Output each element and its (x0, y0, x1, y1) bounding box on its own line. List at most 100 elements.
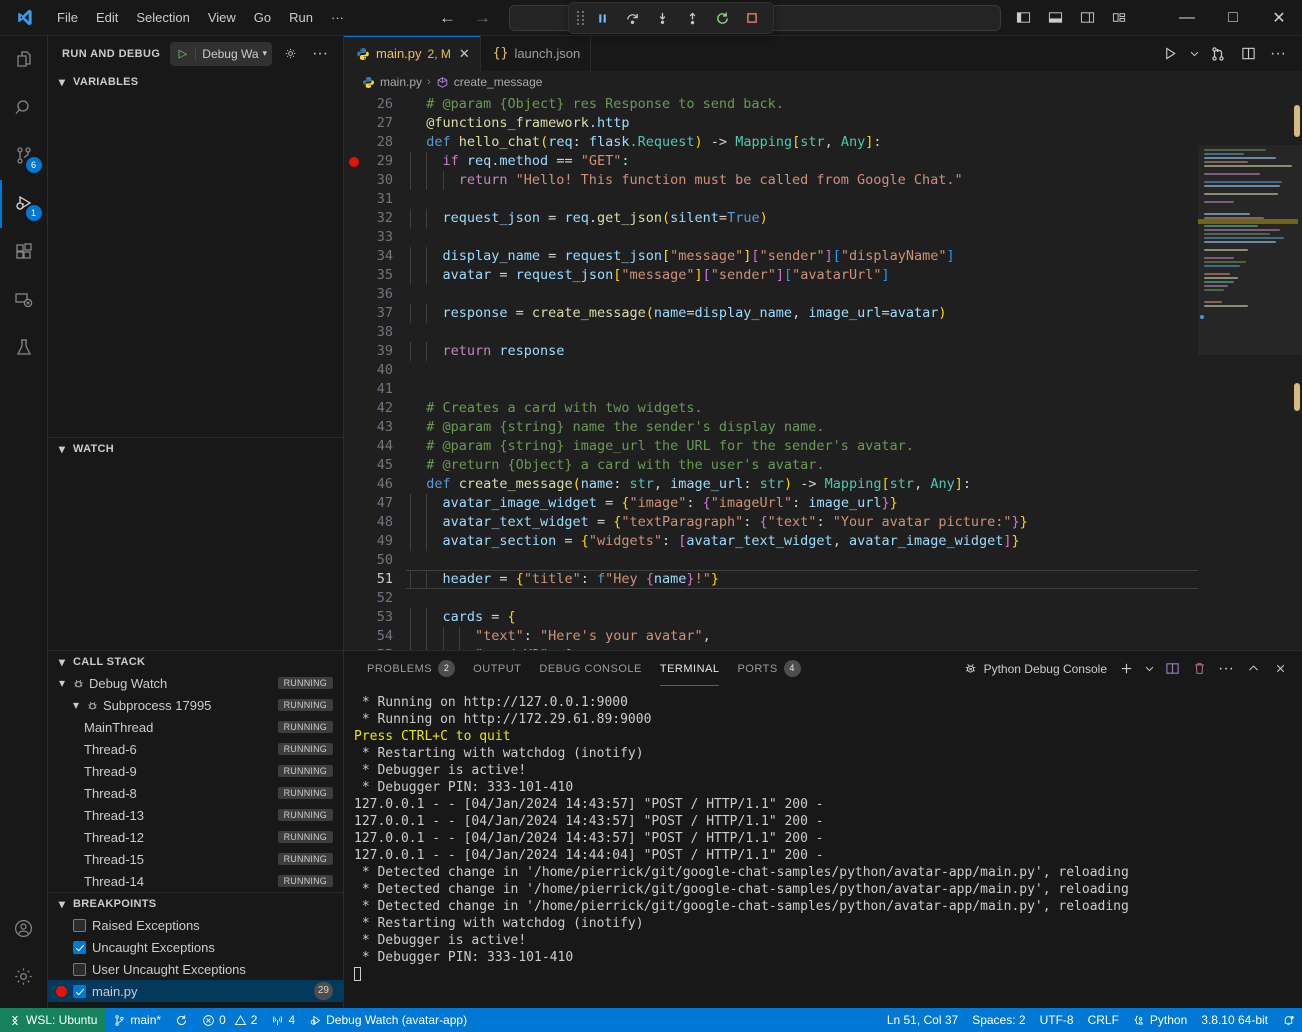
status-problems[interactable]: 0 2 (195, 1008, 264, 1032)
code-line[interactable] (406, 551, 1198, 570)
code-line[interactable]: "text": "Here's your avatar", (406, 627, 1198, 646)
status-editor-eol[interactable]: CRLF (1081, 1008, 1126, 1032)
maximize-button[interactable]: □ (1210, 0, 1256, 36)
code-line[interactable]: def create_message(name: str, image_url:… (406, 475, 1198, 494)
code-line[interactable] (406, 380, 1198, 399)
activitybar-item-source-control[interactable]: 6 (0, 132, 48, 180)
activitybar-item-extensions[interactable] (0, 228, 48, 276)
code-line[interactable]: header = {"title": f"Hey {name}!"} (406, 570, 1198, 589)
status-python-interpreter[interactable]: 3.8.10 64-bit (1194, 1008, 1275, 1032)
line-number[interactable]: 51 (344, 570, 406, 589)
panel-tab-terminal[interactable]: TERMINAL (651, 651, 729, 686)
callstack-row[interactable]: Thread-13RUNNING (48, 804, 343, 826)
status-ports-forwarded[interactable]: 4 (264, 1008, 302, 1032)
close-icon[interactable]: ✕ (457, 46, 470, 62)
minimap[interactable] (1198, 93, 1302, 650)
status-notifications[interactable] (1275, 1008, 1302, 1032)
chevron-down-icon[interactable]: ▾ (56, 75, 68, 89)
watch-header[interactable]: ▾ WATCH (48, 437, 343, 459)
drag-handle-icon[interactable] (577, 11, 585, 25)
back-arrow-icon[interactable]: ← (439, 9, 456, 26)
kill-terminal-button[interactable] (1187, 657, 1211, 681)
code-line[interactable]: # @return {Object} a card with the user'… (406, 456, 1198, 475)
code-line[interactable] (406, 228, 1198, 247)
callstack-row[interactable]: ▾Debug WatchRUNNING (48, 672, 343, 694)
line-number[interactable]: 32 (344, 209, 406, 228)
line-number[interactable]: 45 (344, 456, 406, 475)
code-line[interactable]: avatar_image_widget = {"image": {"imageU… (406, 494, 1198, 513)
activitybar-item-manage[interactable] (0, 952, 48, 1000)
breakpoint-checkbox[interactable] (73, 941, 86, 954)
activitybar-item-accounts[interactable] (0, 904, 48, 952)
activitybar-item-testing[interactable] (0, 324, 48, 372)
minimap-slider[interactable] (1198, 145, 1302, 355)
line-number[interactable]: 33 (344, 228, 406, 247)
line-number[interactable]: 55 (344, 646, 406, 650)
step-over-button[interactable] (619, 6, 645, 30)
activitybar-item-run-and-debug[interactable]: 1 (0, 180, 48, 228)
menu-go[interactable]: Go (245, 6, 280, 29)
layout-panel-icon[interactable] (1040, 4, 1070, 32)
code-line[interactable]: # Creates a card with two widgets. (406, 399, 1198, 418)
callstack-row[interactable]: Thread-12RUNNING (48, 826, 343, 848)
breakpoint-checkbox[interactable] (73, 963, 86, 976)
line-number[interactable]: 43 (344, 418, 406, 437)
line-number[interactable]: 48 (344, 513, 406, 532)
line-number[interactable]: 46 (344, 475, 406, 494)
code-line[interactable]: avatar_section = {"widgets": [avatar_tex… (406, 532, 1198, 551)
code-content[interactable]: # @param {Object} res Response to send b… (406, 93, 1198, 650)
callstack-row[interactable]: Thread-9RUNNING (48, 760, 343, 782)
callstack-row[interactable]: MainThreadRUNNING (48, 716, 343, 738)
code-line[interactable]: @functions_framework.http (406, 114, 1198, 133)
breakpoint-checkbox[interactable] (73, 919, 86, 932)
layout-sidebar-left-icon[interactable] (1008, 4, 1038, 32)
line-number-gutter[interactable]: 2627282930313233343536373839404142434445… (344, 93, 406, 650)
status-editor-position[interactable]: Ln 51, Col 37 (880, 1008, 965, 1032)
menu-run[interactable]: Run (280, 6, 322, 29)
source-control-compare-button[interactable] (1204, 40, 1232, 68)
split-terminal-button[interactable] (1160, 657, 1184, 681)
breakpoint-dot-icon[interactable] (349, 157, 359, 167)
terminal-output[interactable]: * Running on http://127.0.0.1:9000 * Run… (344, 686, 1302, 1008)
menu-more[interactable]: ··· (322, 6, 353, 29)
panel-tab-ports[interactable]: PORTS 4 (728, 651, 809, 686)
chevron-down-icon[interactable]: ▾ (261, 48, 273, 59)
menu-selection[interactable]: Selection (127, 6, 198, 29)
open-launch-json-button[interactable] (278, 42, 302, 66)
line-number[interactable]: 26 (344, 95, 406, 114)
line-number[interactable]: 50 (344, 551, 406, 570)
stop-button[interactable] (739, 6, 765, 30)
tab-main-py[interactable]: main.py 2, M ✕ (344, 36, 481, 71)
activitybar-item-explorer[interactable] (0, 36, 48, 84)
menu-view[interactable]: View (199, 6, 245, 29)
panel-tab-output[interactable]: OUTPUT (464, 651, 530, 686)
launch-configuration-selector[interactable]: ▷ Debug Wa ▾ (170, 42, 272, 66)
menu-file[interactable]: File (48, 6, 87, 29)
sidebar-more-actions-button[interactable]: ··· (308, 42, 332, 66)
code-line[interactable] (406, 190, 1198, 209)
line-number[interactable]: 30 (344, 171, 406, 190)
code-line[interactable]: return response (406, 342, 1198, 361)
line-number[interactable]: 41 (344, 380, 406, 399)
callstack-row[interactable]: ▾Subprocess 17995RUNNING (48, 694, 343, 716)
menu-edit[interactable]: Edit (87, 6, 127, 29)
status-editor-encoding[interactable]: UTF-8 (1033, 1008, 1081, 1032)
code-line[interactable]: response = create_message(name=display_n… (406, 304, 1198, 323)
line-number[interactable]: 42 (344, 399, 406, 418)
chevron-down-icon[interactable]: ▾ (56, 655, 68, 669)
activitybar-item-search[interactable] (0, 84, 48, 132)
maximize-panel-button[interactable] (1241, 657, 1265, 681)
panel-tab-debug-console[interactable]: DEBUG CONSOLE (530, 651, 650, 686)
code-line[interactable] (406, 589, 1198, 608)
line-number[interactable]: 49 (344, 532, 406, 551)
line-number[interactable]: 47 (344, 494, 406, 513)
tab-launch-json[interactable]: {} launch.json (481, 36, 591, 71)
breadcrumb-file[interactable]: main.py (380, 75, 422, 89)
chevron-down-icon[interactable]: ▾ (70, 698, 82, 712)
panel-more-actions-button[interactable]: ··· (1214, 657, 1238, 681)
status-editor-indentation[interactable]: Spaces: 2 (965, 1008, 1032, 1032)
line-number[interactable]: 34 (344, 247, 406, 266)
line-number[interactable]: 38 (344, 323, 406, 342)
callstack-row[interactable]: Thread-8RUNNING (48, 782, 343, 804)
code-line[interactable]: if req.method == "GET": (406, 152, 1198, 171)
